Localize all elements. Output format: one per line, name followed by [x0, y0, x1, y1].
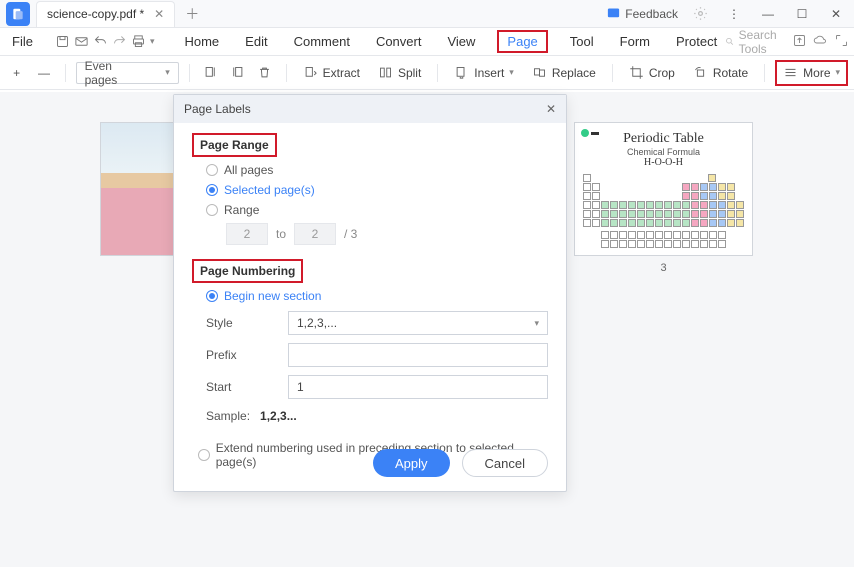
radio-icon: [206, 204, 218, 216]
chevron-down-icon: ▾: [509, 67, 514, 78]
minimize-button[interactable]: —: [756, 2, 780, 26]
menu-view[interactable]: View: [443, 30, 479, 53]
more-button[interactable]: More ▾: [775, 60, 848, 86]
document-tab[interactable]: science-copy.pdf * ✕: [36, 1, 175, 27]
delete-page-icon[interactable]: [254, 62, 275, 84]
title-bar: science-copy.pdf * ✕ ＋ Feedback ⋮ — ☐ ✕: [0, 0, 854, 28]
feedback-button[interactable]: Feedback: [606, 6, 678, 21]
radio-icon: [206, 290, 218, 302]
split-button[interactable]: Split: [372, 60, 427, 86]
insert-right-icon[interactable]: [227, 62, 248, 84]
menu-form[interactable]: Form: [616, 30, 654, 53]
menu-edit[interactable]: Edit: [241, 30, 271, 53]
insert-left-icon[interactable]: [200, 62, 221, 84]
mail-icon[interactable]: [74, 31, 89, 53]
chevron-down-icon: ▾: [165, 67, 170, 78]
menu-page[interactable]: Page: [497, 30, 547, 53]
page-toolbar: + — Even pages ▾ Extract Split Insert ▾ …: [0, 56, 854, 90]
page-thumbnail-3-wrap: Periodic Table Chemical Formula H-O-O-H …: [574, 122, 753, 274]
close-window-button[interactable]: ✕: [824, 2, 848, 26]
cloud-icon[interactable]: [813, 33, 828, 51]
save-icon[interactable]: [55, 31, 70, 53]
undo-icon[interactable]: [93, 31, 108, 53]
radio-all-pages[interactable]: All pages: [206, 163, 548, 177]
periodic-title: Periodic Table: [575, 131, 752, 147]
main-menu: Home Edit Comment Convert View Page Tool…: [180, 30, 721, 53]
menu-protect[interactable]: Protect: [672, 30, 721, 53]
range-from-input[interactable]: 2: [226, 223, 268, 245]
settings-icon[interactable]: [688, 2, 712, 26]
range-inputs: 2 to 2 / 3: [226, 223, 548, 245]
page-number-label: 3: [574, 262, 753, 274]
rotate-button[interactable]: Rotate: [687, 60, 754, 86]
page-thumbnail-3[interactable]: Periodic Table Chemical Formula H-O-O-H: [574, 122, 753, 256]
page-numbering-heading: Page Numbering: [192, 259, 303, 283]
maximize-button[interactable]: ☐: [790, 2, 814, 26]
prefix-input[interactable]: [288, 343, 548, 367]
menu-comment[interactable]: Comment: [290, 30, 354, 53]
sample-value: 1,2,3...: [260, 409, 297, 423]
apply-button[interactable]: Apply: [373, 449, 450, 477]
zoom-out-icon[interactable]: —: [33, 62, 54, 84]
style-label: Style: [206, 316, 288, 330]
chevron-down-icon: ▾: [534, 318, 539, 329]
user-icon[interactable]: ⋮: [722, 2, 746, 26]
radio-icon: [206, 184, 218, 196]
print-caret-icon[interactable]: ▾: [150, 31, 155, 53]
start-input[interactable]: 1: [288, 375, 548, 399]
menu-tool[interactable]: Tool: [566, 30, 598, 53]
extract-button[interactable]: Extract: [297, 60, 366, 86]
app-logo-icon: [6, 2, 30, 26]
sample-label: Sample:: [206, 409, 250, 423]
cancel-button[interactable]: Cancel: [462, 449, 548, 477]
chevron-down-icon: ▾: [836, 67, 841, 78]
page-labels-dialog: Page Labels ✕ Page Range All pages Selec…: [173, 94, 567, 492]
zoom-in-icon[interactable]: +: [6, 62, 27, 84]
range-to-input[interactable]: 2: [294, 223, 336, 245]
expand-icon[interactable]: [834, 33, 849, 51]
tab-title: science-copy.pdf *: [47, 7, 144, 21]
new-tab-button[interactable]: ＋: [185, 4, 199, 24]
search-tools[interactable]: Search Tools: [725, 28, 782, 56]
page-range-heading: Page Range: [192, 133, 277, 157]
start-label: Start: [206, 380, 288, 394]
radio-selected-pages[interactable]: Selected page(s): [206, 183, 548, 197]
crop-button[interactable]: Crop: [623, 60, 681, 86]
workspace: Sc Volca Periodic Table Chemical Formula…: [0, 92, 854, 567]
menu-convert[interactable]: Convert: [372, 30, 426, 53]
redo-icon[interactable]: [112, 31, 127, 53]
menu-bar: File ▾ Home Edit Comment Convert View Pa…: [0, 28, 854, 56]
dialog-close-button[interactable]: ✕: [546, 102, 556, 116]
radio-icon: [206, 164, 218, 176]
print-icon[interactable]: [131, 31, 146, 53]
file-menu[interactable]: File: [6, 34, 39, 49]
page-filter-dropdown[interactable]: Even pages ▾: [76, 62, 179, 84]
radio-icon: [198, 449, 210, 461]
radio-range[interactable]: Range: [206, 203, 548, 217]
menu-home[interactable]: Home: [180, 30, 223, 53]
replace-button[interactable]: Replace: [526, 60, 602, 86]
prefix-label: Prefix: [206, 348, 288, 362]
dialog-titlebar: Page Labels ✕: [174, 95, 566, 123]
periodic-grid-icon: [583, 174, 744, 248]
insert-button[interactable]: Insert ▾: [448, 60, 520, 86]
tab-close-icon[interactable]: ✕: [154, 7, 164, 21]
dialog-title: Page Labels: [184, 102, 251, 116]
share-icon[interactable]: [792, 33, 807, 51]
style-select[interactable]: 1,2,3,... ▾: [288, 311, 548, 335]
radio-begin-section[interactable]: Begin new section: [206, 289, 548, 303]
